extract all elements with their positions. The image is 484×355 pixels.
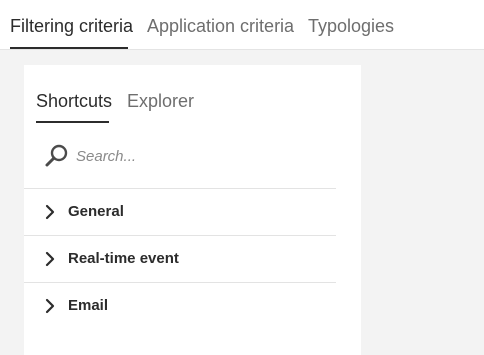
list-item-label: General <box>68 203 124 220</box>
search-box[interactable] <box>42 143 342 171</box>
search-input[interactable] <box>76 145 316 167</box>
list-item-general[interactable]: General <box>24 188 336 235</box>
tab-explorer[interactable]: Explorer <box>127 91 194 112</box>
shortcut-list: General Real-time event Email <box>24 188 336 329</box>
tab-typologies[interactable]: Typologies <box>308 16 394 37</box>
active-tab-indicator <box>10 47 128 49</box>
tab-application-criteria[interactable]: Application criteria <box>147 16 294 37</box>
top-tab-bar: Filtering criteria Application criteria … <box>0 0 484 50</box>
active-subtab-indicator <box>36 121 109 123</box>
chevron-right-icon <box>45 298 55 314</box>
chevron-right-icon <box>45 251 55 267</box>
chevron-right-icon <box>45 204 55 220</box>
list-item-label: Real-time event <box>68 250 179 267</box>
criteria-panel: Shortcuts Explorer General Real-time eve… <box>24 65 361 355</box>
tab-filtering-criteria[interactable]: Filtering criteria <box>10 16 133 37</box>
list-item-real-time-event[interactable]: Real-time event <box>24 235 336 282</box>
list-item-label: Email <box>68 297 109 314</box>
tab-shortcuts[interactable]: Shortcuts <box>36 91 112 112</box>
search-icon <box>45 144 68 167</box>
list-item-email[interactable]: Email <box>24 282 336 329</box>
